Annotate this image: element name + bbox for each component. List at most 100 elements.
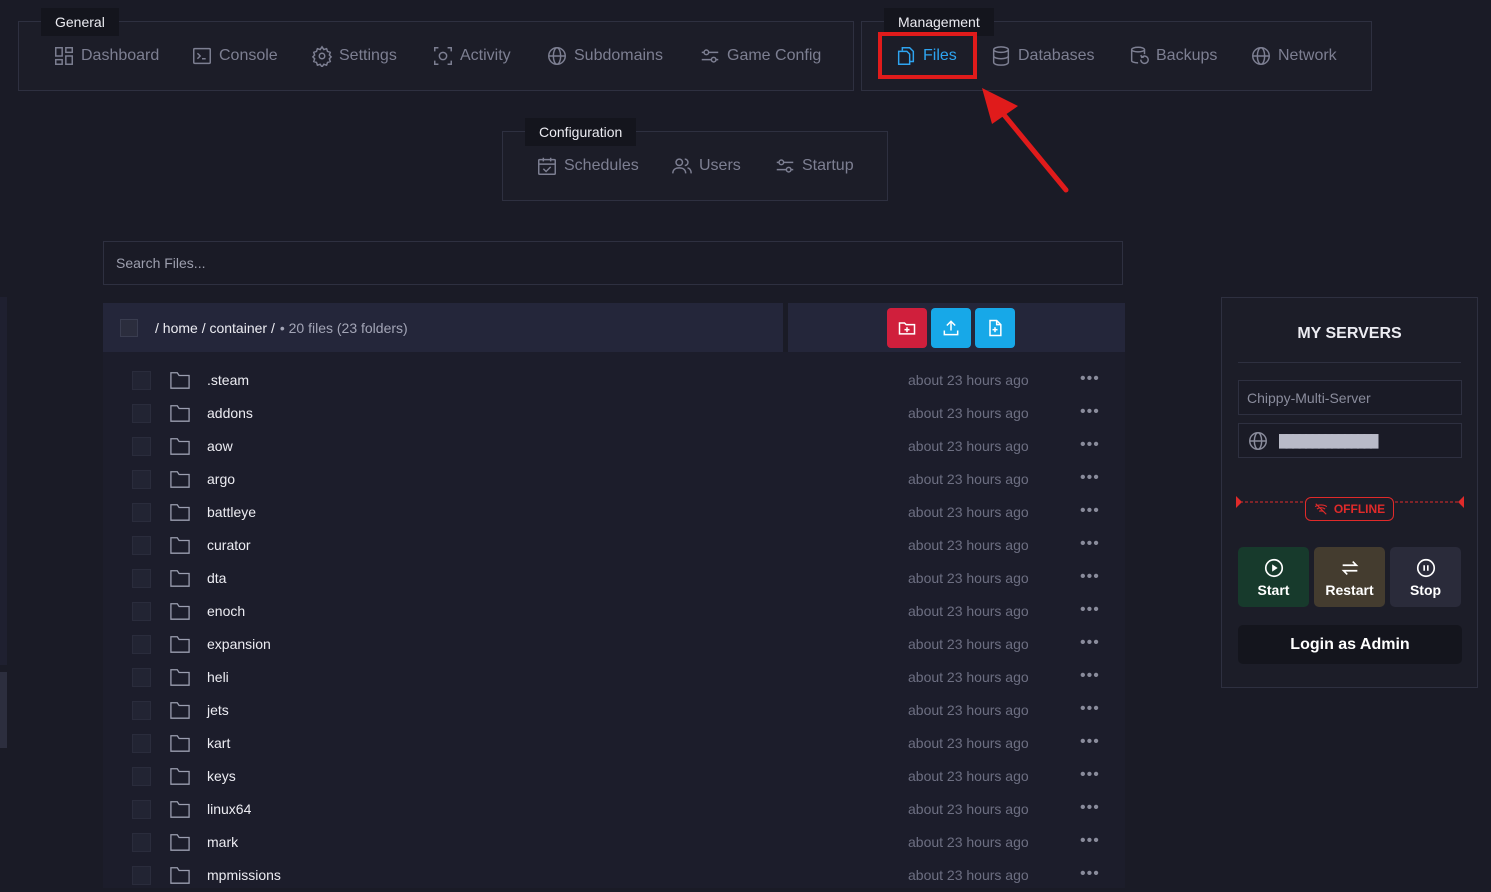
row-checkbox[interactable]: [132, 800, 151, 819]
nav-item-dashboard[interactable]: Dashboard: [53, 45, 159, 67]
nav-item-backups[interactable]: Backups: [1128, 45, 1217, 67]
file-row[interactable]: aow about 23 hours ago •••: [103, 430, 1125, 463]
file-row[interactable]: linux64 about 23 hours ago •••: [103, 793, 1125, 826]
more-options-icon[interactable]: •••: [1080, 568, 1100, 586]
start-button[interactable]: Start: [1238, 547, 1309, 607]
file-row[interactable]: .steam about 23 hours ago •••: [103, 364, 1125, 397]
calendar-icon: [538, 157, 556, 175]
file-name[interactable]: addons: [207, 405, 253, 421]
row-checkbox[interactable]: [132, 866, 151, 885]
file-row[interactable]: mark about 23 hours ago •••: [103, 826, 1125, 859]
more-options-icon[interactable]: •••: [1080, 502, 1100, 520]
file-name[interactable]: kart: [207, 735, 230, 751]
nav-item-console[interactable]: Console: [191, 45, 278, 67]
file-name[interactable]: linux64: [207, 801, 251, 817]
row-checkbox[interactable]: [132, 734, 151, 753]
row-checkbox[interactable]: [132, 503, 151, 522]
file-name[interactable]: aow: [207, 438, 233, 454]
login-as-admin-button[interactable]: Login as Admin: [1238, 625, 1462, 664]
file-row[interactable]: jets about 23 hours ago •••: [103, 694, 1125, 727]
row-checkbox[interactable]: [132, 602, 151, 621]
new-folder-button[interactable]: [887, 308, 927, 348]
file-name[interactable]: expansion: [207, 636, 271, 652]
file-row[interactable]: battleye about 23 hours ago •••: [103, 496, 1125, 529]
file-row[interactable]: enoch about 23 hours ago •••: [103, 595, 1125, 628]
row-checkbox[interactable]: [132, 668, 151, 687]
nav-item-databases[interactable]: Databases: [990, 45, 1095, 67]
start-label: Start: [1257, 581, 1290, 598]
row-checkbox[interactable]: [132, 701, 151, 720]
nav-group-configuration: Configuration Schedules Users Startup: [502, 118, 888, 201]
more-options-icon[interactable]: •••: [1080, 700, 1100, 718]
nav-item-subdomains[interactable]: Subdomains: [546, 45, 663, 67]
nav-item-users[interactable]: Users: [671, 155, 741, 177]
nav-item-settings[interactable]: Settings: [311, 45, 397, 67]
file-name[interactable]: jets: [207, 702, 229, 718]
more-options-icon[interactable]: •••: [1080, 403, 1100, 421]
more-options-icon[interactable]: •••: [1080, 535, 1100, 553]
nav-item-network[interactable]: Network: [1250, 45, 1337, 67]
file-modified: about 23 hours ago: [908, 405, 1029, 421]
more-options-icon[interactable]: •••: [1080, 469, 1100, 487]
search-input[interactable]: Search Files...: [103, 241, 1123, 285]
file-name[interactable]: curator: [207, 537, 251, 553]
file-name[interactable]: battleye: [207, 504, 256, 520]
file-row[interactable]: dta about 23 hours ago •••: [103, 562, 1125, 595]
file-name[interactable]: keys: [207, 768, 236, 784]
more-options-icon[interactable]: •••: [1080, 667, 1100, 685]
breadcrumb-path[interactable]: / home / container /: [155, 320, 275, 336]
row-checkbox[interactable]: [132, 833, 151, 852]
more-options-icon[interactable]: •••: [1080, 799, 1100, 817]
file-row[interactable]: curator about 23 hours ago •••: [103, 529, 1125, 562]
nav-item-activity[interactable]: Activity: [432, 45, 511, 67]
file-name[interactable]: dta: [207, 570, 226, 586]
more-options-icon[interactable]: •••: [1080, 865, 1100, 883]
more-options-icon[interactable]: •••: [1080, 766, 1100, 784]
row-checkbox[interactable]: [132, 635, 151, 654]
status-badge: OFFLINE: [1305, 497, 1394, 521]
restart-button[interactable]: Restart: [1314, 547, 1385, 607]
file-name[interactable]: enoch: [207, 603, 245, 619]
folder-icon: [169, 766, 191, 786]
more-options-icon[interactable]: •••: [1080, 634, 1100, 652]
row-checkbox[interactable]: [132, 767, 151, 786]
nav-group-general: General Dashboard Console Settings Activ…: [18, 8, 854, 91]
stop-button[interactable]: Stop: [1390, 547, 1461, 607]
file-plus-icon: [989, 319, 1002, 337]
file-row[interactable]: addons about 23 hours ago •••: [103, 397, 1125, 430]
row-checkbox[interactable]: [132, 470, 151, 489]
nav-item-game-config[interactable]: Game Config: [699, 45, 821, 67]
file-name[interactable]: heli: [207, 669, 229, 685]
row-checkbox[interactable]: [132, 404, 151, 423]
row-checkbox[interactable]: [132, 536, 151, 555]
file-name[interactable]: argo: [207, 471, 235, 487]
file-row[interactable]: kart about 23 hours ago •••: [103, 727, 1125, 760]
more-options-icon[interactable]: •••: [1080, 370, 1100, 388]
file-name[interactable]: .steam: [207, 372, 249, 388]
more-options-icon[interactable]: •••: [1080, 733, 1100, 751]
file-name[interactable]: mark: [207, 834, 238, 850]
nav-item-label: Startup: [802, 157, 854, 174]
server-address-field[interactable]: ███████████████: [1238, 423, 1462, 458]
file-row[interactable]: keys about 23 hours ago •••: [103, 760, 1125, 793]
nav-item-schedules[interactable]: Schedules: [536, 155, 639, 177]
row-checkbox[interactable]: [132, 437, 151, 456]
more-options-icon[interactable]: •••: [1080, 601, 1100, 619]
select-all-checkbox[interactable]: [120, 318, 138, 337]
more-options-icon[interactable]: •••: [1080, 832, 1100, 850]
row-checkbox[interactable]: [132, 371, 151, 390]
folder-icon: [169, 370, 191, 390]
file-row[interactable]: heli about 23 hours ago •••: [103, 661, 1125, 694]
users-icon: [672, 158, 692, 174]
server-name-field[interactable]: Chippy-Multi-Server: [1238, 380, 1462, 415]
file-row[interactable]: argo about 23 hours ago •••: [103, 463, 1125, 496]
upload-button[interactable]: [931, 308, 971, 348]
file-row[interactable]: expansion about 23 hours ago •••: [103, 628, 1125, 661]
row-checkbox[interactable]: [132, 569, 151, 588]
nav-item-startup[interactable]: Startup: [774, 155, 854, 177]
file-row[interactable]: mpmissions about 23 hours ago •••: [103, 859, 1125, 892]
more-options-icon[interactable]: •••: [1080, 436, 1100, 454]
restart-label: Restart: [1325, 581, 1374, 598]
new-file-button[interactable]: [975, 308, 1015, 348]
file-name[interactable]: mpmissions: [207, 867, 281, 883]
